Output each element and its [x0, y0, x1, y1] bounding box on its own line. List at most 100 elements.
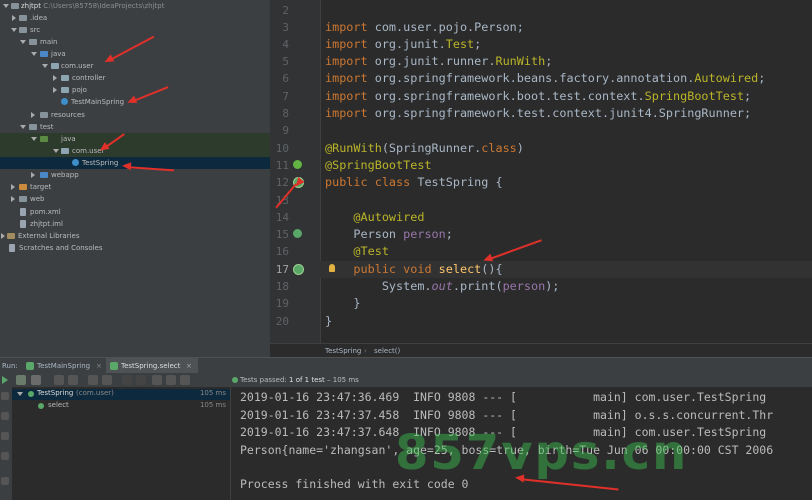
autowired-navigate-icon[interactable]	[293, 229, 302, 238]
test-package: (com.user)	[76, 389, 114, 397]
test-results-tree: TestSpring (com.user) 105 ms select 105 …	[12, 387, 230, 500]
folder-icon	[29, 39, 37, 45]
line-number: 7	[282, 90, 289, 103]
code-line-import-test[interactable]: import org.junit.Test;	[325, 36, 481, 53]
export-icon[interactable]	[152, 375, 162, 385]
tree-item-external-libraries[interactable]: External Libraries	[0, 230, 270, 242]
tree-root-project[interactable]: zhjtpt C:\Users\85758\IdeaProjects\zhjtp…	[0, 0, 270, 12]
run-toolbar	[0, 373, 230, 387]
test-class-icon	[72, 159, 79, 166]
spring-bean-icon[interactable]	[293, 160, 302, 169]
tree-item-iml[interactable]: zhjtpt.iml	[0, 218, 270, 230]
code-line-import-springboottest[interactable]: import org.springframework.boot.test.con…	[325, 88, 751, 105]
line-number: 3	[282, 21, 289, 34]
test-row-testspring[interactable]: TestSpring (com.user) 105 ms	[12, 389, 230, 400]
line-number: 9	[282, 124, 289, 137]
class-icon	[61, 98, 68, 105]
code-line-test-annotation[interactable]: @Test	[325, 243, 389, 260]
rerun-icon[interactable]	[2, 376, 8, 384]
run-label: Run:	[2, 362, 18, 370]
web-folder-icon	[40, 172, 48, 178]
tree-item-src[interactable]: src	[0, 24, 270, 36]
code-line-field[interactable]: Person person;	[325, 226, 452, 243]
folder-icon	[11, 3, 19, 9]
code-line-import-runwith[interactable]: import org.junit.runner.RunWith;	[325, 53, 552, 70]
show-passed-icon[interactable]	[16, 375, 26, 385]
library-icon	[7, 233, 15, 239]
breadcrumb-method[interactable]: select()	[374, 344, 400, 358]
line-number-current: 17	[275, 263, 289, 276]
run-test-method-icon[interactable]	[293, 264, 304, 275]
line-number: 12	[275, 176, 289, 189]
code-line-runwith[interactable]: @RunWith(SpringRunner.class)	[325, 140, 524, 157]
test-name: TestSpring	[37, 389, 74, 397]
code-line-close-class[interactable]: }	[325, 313, 332, 330]
tree-item-pom[interactable]: pom.xml	[0, 206, 270, 218]
code-line-autowired[interactable]: @Autowired	[325, 209, 424, 226]
line-number: 20	[275, 315, 289, 328]
trash-icon[interactable]	[1, 477, 9, 485]
breadcrumb-separator: ›	[364, 347, 367, 355]
close-icon[interactable]: ×	[186, 358, 192, 374]
tree-item-target[interactable]: target	[0, 181, 270, 193]
code-line-class-decl[interactable]: public class TestSpring {	[325, 174, 503, 191]
code-line-close-method[interactable]: }	[325, 295, 360, 312]
tree-item-idea[interactable]: .idea	[0, 12, 270, 24]
line-number: 4	[282, 38, 289, 51]
sort-duration-icon[interactable]	[68, 375, 78, 385]
annotation-arrowhead	[514, 473, 525, 483]
source-folder-icon	[40, 51, 48, 57]
test-duration: 105 ms	[199, 389, 226, 397]
run-tab-testmainspring[interactable]: TestMainSpring	[37, 358, 90, 374]
tree-item-main-java[interactable]: java	[0, 48, 270, 60]
test-passed-icon	[28, 391, 34, 397]
test-status: Tests passed: 1 of 1 test – 105 ms	[240, 376, 359, 384]
stop-icon[interactable]	[1, 392, 9, 400]
next-failed-icon[interactable]	[136, 375, 146, 385]
code-line-import-autowired[interactable]: import org.springframework.beans.factory…	[325, 70, 765, 87]
collapse-all-icon[interactable]	[102, 375, 112, 385]
test-name: select	[48, 401, 69, 409]
tree-item-webapp[interactable]: webapp	[0, 169, 270, 181]
line-number: 14	[275, 211, 289, 224]
print-icon[interactable]	[1, 432, 9, 440]
show-ignored-icon[interactable]	[31, 375, 41, 385]
sort-alpha-icon[interactable]	[54, 375, 64, 385]
history-icon[interactable]	[166, 375, 176, 385]
tree-item-pojo[interactable]: pojo	[0, 84, 270, 96]
run-tab-bar: Run: TestMainSpring × TestSpring.select …	[0, 357, 812, 374]
close-icon[interactable]: ×	[96, 358, 102, 374]
expand-all-icon[interactable]	[88, 375, 98, 385]
code-line-import-person[interactable]: import com.user.pojo.Person;	[325, 19, 524, 36]
tree-item-web[interactable]: web	[0, 193, 270, 205]
test-row-select[interactable]: select 105 ms	[12, 401, 230, 412]
tree-item-test-java[interactable]: java	[0, 133, 270, 145]
test-passed-icon	[38, 403, 44, 409]
run-tab-testspring-select[interactable]: TestSpring.select	[121, 358, 180, 374]
code-line-print[interactable]: System.out.print(person);	[325, 278, 560, 295]
folder-icon	[19, 15, 27, 21]
search-icon[interactable]	[180, 375, 190, 385]
test-folder-icon	[40, 136, 48, 142]
maven-file-icon	[20, 208, 26, 216]
pin-icon[interactable]	[1, 412, 9, 420]
tree-item-scratches[interactable]: Scratches and Consoles	[0, 242, 270, 254]
project-tool-window: zhjtpt C:\Users\85758\IdeaProjects\zhjtp…	[0, 0, 270, 357]
console-line: 2019-01-16 23:47:37.458 INFO 9808 --- [ …	[240, 408, 774, 422]
excluded-folder-icon	[19, 184, 27, 190]
settings-icon[interactable]	[1, 452, 9, 460]
breadcrumb-class[interactable]: TestSpring	[325, 344, 361, 358]
tree-item-controller[interactable]: controller	[0, 72, 270, 84]
tree-item-main-com-user[interactable]: com.user	[0, 60, 270, 72]
line-number: 11	[275, 159, 289, 172]
code-line-import-springrunner[interactable]: import org.springframework.test.context.…	[325, 105, 751, 122]
code-line-springboottest[interactable]: @SpringBootTest	[325, 157, 432, 174]
line-number: 2	[282, 4, 289, 17]
annotation-arrowhead	[121, 161, 132, 171]
package-icon	[61, 148, 69, 154]
tree-item-test[interactable]: test	[0, 121, 270, 133]
code-line-method-decl[interactable]: public void select(){	[325, 261, 502, 278]
prev-failed-icon[interactable]	[122, 375, 132, 385]
tree-item-resources[interactable]: resources	[0, 109, 270, 121]
tree-item-test-com-user[interactable]: com.user	[0, 145, 270, 157]
